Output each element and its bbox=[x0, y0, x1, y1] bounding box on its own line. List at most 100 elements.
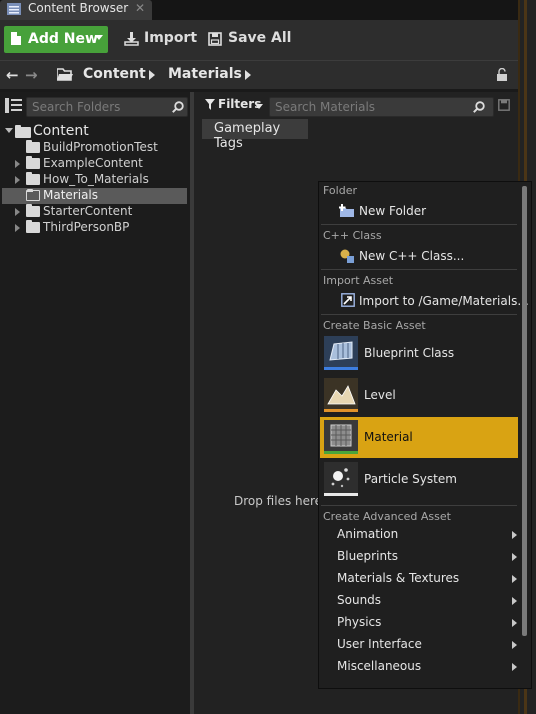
chevron-right-icon[interactable] bbox=[15, 208, 20, 216]
material-menu-item[interactable]: Material bbox=[320, 417, 518, 458]
tree-item-materials[interactable]: Materials bbox=[2, 188, 187, 204]
tree-item-label: BuildPromotionTest bbox=[43, 140, 158, 154]
folder-open-icon bbox=[15, 125, 31, 138]
tree-item-label: StarterContent bbox=[43, 204, 133, 218]
menu-divider bbox=[321, 505, 517, 506]
breadcrumb-materials[interactable]: Materials bbox=[168, 66, 242, 82]
gameplay-tags-chip[interactable]: Gameplay Tags bbox=[202, 119, 308, 151]
folder-icon bbox=[26, 204, 40, 217]
folder-icon bbox=[26, 140, 40, 153]
submenu-label: Blueprints bbox=[337, 549, 399, 563]
breadcrumb-separator[interactable] bbox=[245, 70, 251, 80]
add-new-context-menu: Folder New Folder C++ Class New C++ Clas… bbox=[318, 181, 532, 689]
search-folders-input[interactable]: Search Folders bbox=[26, 97, 188, 117]
new-folder-icon bbox=[339, 204, 354, 217]
submenu-user-interface[interactable]: User Interface bbox=[321, 634, 517, 656]
chevron-right-icon[interactable] bbox=[15, 160, 20, 168]
tree-item-content[interactable]: Content bbox=[2, 123, 187, 141]
menu-section-cpp: C++ Class bbox=[323, 229, 382, 242]
menu-section-folder: Folder bbox=[323, 184, 357, 197]
chevron-right-icon[interactable] bbox=[15, 224, 20, 232]
submenu-miscellaneous[interactable]: Miscellaneous bbox=[321, 656, 517, 678]
submenu-blueprints[interactable]: Blueprints bbox=[321, 546, 517, 568]
particle-system-menu-item[interactable]: Particle System bbox=[320, 459, 518, 500]
menu-scrollbar[interactable] bbox=[522, 186, 527, 636]
chevron-right-icon bbox=[512, 663, 517, 671]
submenu-sounds[interactable]: Sounds bbox=[321, 590, 517, 612]
filter-icon bbox=[205, 99, 215, 110]
blueprint-class-icon bbox=[324, 336, 358, 370]
chevron-right-icon bbox=[512, 575, 517, 583]
chevron-down-icon bbox=[255, 104, 263, 109]
level-menu-item[interactable]: Level bbox=[320, 375, 518, 416]
add-new-label: Add New bbox=[28, 31, 98, 47]
tab-content-browser[interactable]: Content Browser ✕ bbox=[0, 0, 152, 20]
tree-item-label: Materials bbox=[43, 188, 99, 202]
search-materials-input[interactable]: Search Materials bbox=[269, 97, 494, 117]
path-bar: ← → Content Materials bbox=[0, 60, 518, 89]
tree-item-startercontent[interactable]: StarterContent bbox=[2, 204, 187, 220]
cpp-class-icon bbox=[340, 249, 354, 263]
menu-section-basic: Create Basic Asset bbox=[323, 319, 426, 332]
chevron-right-icon bbox=[512, 597, 517, 605]
particle-system-icon bbox=[324, 462, 358, 496]
save-all-button[interactable]: Save All bbox=[208, 26, 291, 53]
import-to-label: Import to /Game/Materials... bbox=[359, 294, 529, 308]
import-to-menu-item[interactable]: Import to /Game/Materials... bbox=[321, 290, 529, 312]
menu-divider bbox=[321, 314, 517, 315]
chevron-right-icon bbox=[512, 619, 517, 627]
submenu-label: Sounds bbox=[337, 593, 382, 607]
lock-icon[interactable] bbox=[496, 68, 508, 82]
menu-divider bbox=[321, 269, 517, 270]
chevron-right-icon[interactable] bbox=[15, 176, 20, 184]
import-label: Import bbox=[144, 30, 198, 46]
new-folder-label: New Folder bbox=[359, 204, 427, 218]
content-browser-icon bbox=[7, 3, 21, 15]
submenu-label: Miscellaneous bbox=[337, 659, 422, 673]
blueprint-class-menu-item[interactable]: Blueprint Class bbox=[320, 333, 518, 374]
back-arrow-icon[interactable]: ← bbox=[6, 66, 19, 84]
import-button[interactable]: Import bbox=[124, 26, 197, 53]
chevron-down-icon bbox=[95, 35, 103, 40]
chevron-right-icon bbox=[512, 641, 517, 649]
chevron-right-icon bbox=[512, 531, 517, 539]
new-cpp-class-label: New C++ Class... bbox=[359, 249, 465, 263]
add-new-button[interactable]: Add New bbox=[4, 26, 108, 53]
folder-icon bbox=[26, 189, 40, 201]
breadcrumb-content[interactable]: Content bbox=[83, 66, 146, 82]
import-icon bbox=[341, 293, 355, 307]
level-icon bbox=[324, 378, 358, 412]
forward-arrow-icon[interactable]: → bbox=[25, 66, 38, 84]
tree-item-how-to-materials[interactable]: How_To_Materials bbox=[2, 172, 187, 188]
submenu-physics[interactable]: Physics bbox=[321, 612, 517, 634]
tree-item-examplecontent[interactable]: ExampleContent bbox=[2, 156, 187, 172]
save-search-icon[interactable] bbox=[498, 99, 510, 111]
tab-title: Content Browser bbox=[28, 1, 129, 15]
gameplay-tags-label: Gameplay Tags bbox=[214, 121, 281, 151]
new-file-icon bbox=[11, 32, 21, 45]
toggle-sources-icon[interactable] bbox=[5, 98, 22, 113]
close-icon[interactable]: ✕ bbox=[135, 1, 145, 15]
folder-open-icon bbox=[57, 68, 73, 81]
submenu-label: User Interface bbox=[337, 637, 422, 651]
tree-item-label: Content bbox=[33, 123, 89, 139]
chevron-down-icon[interactable] bbox=[5, 128, 13, 133]
new-cpp-class-menu-item[interactable]: New C++ Class... bbox=[321, 245, 517, 267]
submenu-materials-textures[interactable]: Materials & Textures bbox=[321, 568, 517, 590]
folder-icon bbox=[26, 156, 40, 169]
toolbar: Add New Import Save All bbox=[0, 20, 518, 61]
search-icon bbox=[172, 101, 184, 113]
save-icon bbox=[208, 32, 222, 46]
tree-item-thirdpersonbp[interactable]: ThirdPersonBP bbox=[2, 220, 187, 236]
tree-item-label: How_To_Materials bbox=[43, 172, 149, 186]
new-folder-menu-item[interactable]: New Folder bbox=[321, 200, 517, 222]
breadcrumb-separator[interactable] bbox=[149, 70, 155, 80]
blueprint-class-label: Blueprint Class bbox=[364, 346, 455, 360]
tree-item-buildpromotiontest[interactable]: BuildPromotionTest bbox=[2, 140, 187, 156]
submenu-animation[interactable]: Animation bbox=[321, 524, 517, 546]
folder-icon bbox=[26, 172, 40, 185]
particle-system-label: Particle System bbox=[364, 472, 457, 486]
filters-button[interactable]: Filters bbox=[198, 96, 266, 114]
submenu-label: Animation bbox=[337, 527, 399, 541]
submenu-label: Materials & Textures bbox=[337, 571, 460, 585]
